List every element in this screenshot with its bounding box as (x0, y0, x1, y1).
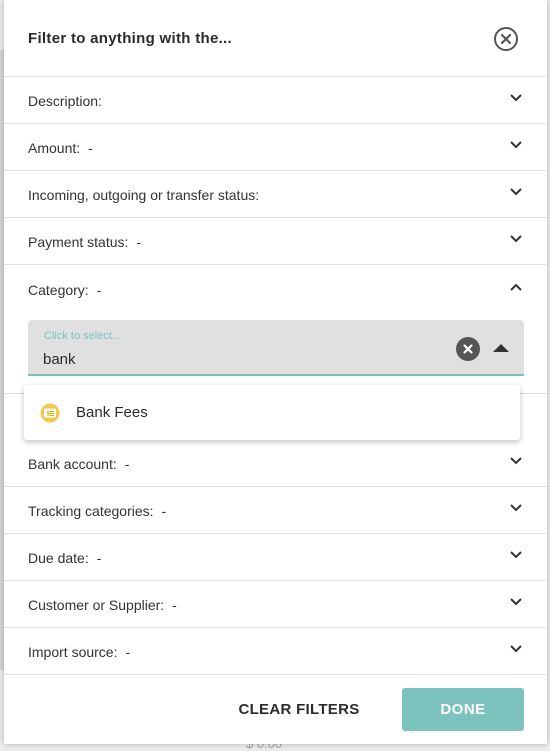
filter-row-due-date[interactable]: Due date: - (4, 534, 547, 581)
done-button[interactable]: DONE (402, 688, 524, 731)
modal-footer: CLEAR FILTERS DONE (4, 675, 547, 744)
category-option-bank-fees[interactable]: $ Bank Fees (24, 385, 520, 440)
filter-section-category: Category: - Click to select... (4, 266, 547, 394)
chevron-down-icon (510, 551, 522, 559)
option-label: Bank Fees (76, 404, 148, 421)
chevron-down-icon (510, 94, 522, 102)
category-select-placeholder: Click to select... (44, 330, 122, 342)
filter-label-amount: Amount: - (28, 140, 93, 156)
filter-row-amount[interactable]: Amount: - (4, 124, 547, 171)
filter-row-import-source[interactable]: Import source: - (4, 628, 547, 675)
filter-label-transfer-status: Incoming, outgoing or transfer status: (28, 187, 260, 203)
chevron-down-icon (510, 457, 522, 465)
collapse-dropdown-icon[interactable] (493, 344, 509, 352)
filter-row-payment-status[interactable]: Payment status: - (4, 218, 547, 265)
filter-label-customer-supplier: Customer or Supplier: - (28, 597, 177, 613)
filter-label-description: Description: (28, 93, 102, 109)
filter-label-import-source: Import source: - (28, 644, 131, 660)
filter-row-description[interactable]: Description: (4, 77, 547, 124)
chevron-down-icon (510, 645, 522, 653)
chevron-down-icon (510, 141, 522, 149)
filter-row-tracking-categories[interactable]: Tracking categories: - (4, 487, 547, 534)
chevron-up-icon (510, 283, 522, 291)
filter-label-bank-account: Bank account: - (28, 456, 130, 472)
filter-row-category[interactable]: Category: - (4, 266, 547, 313)
chevron-down-icon (510, 598, 522, 606)
modal-title: Filter to anything with the... (28, 30, 232, 47)
filter-modal: Filter to anything with the... Descripti… (4, 0, 547, 744)
chevron-down-icon (510, 188, 522, 196)
filter-row-bank-account[interactable]: Bank account: - (4, 440, 547, 487)
clear-selection-icon[interactable] (456, 337, 480, 361)
category-search-input[interactable] (43, 348, 443, 370)
filter-row-transfer-status[interactable]: Incoming, outgoing or transfer status: (4, 171, 547, 218)
filter-row-customer-supplier[interactable]: Customer or Supplier: - (4, 581, 547, 628)
chevron-down-icon (510, 235, 522, 243)
filter-label-payment-status: Payment status: - (28, 234, 142, 250)
bank-fees-icon: $ (40, 403, 60, 423)
clear-filters-button[interactable]: CLEAR FILTERS (214, 688, 384, 731)
close-circle-icon[interactable] (493, 26, 519, 52)
filter-label-category: Category: - (28, 282, 102, 298)
filter-label-tracking-categories: Tracking categories: - (28, 503, 167, 519)
category-select[interactable]: Click to select... (28, 320, 524, 376)
modal-header: Filter to anything with the... (4, 0, 547, 77)
chevron-down-icon (510, 504, 522, 512)
filter-label-due-date: Due date: - (28, 550, 102, 566)
